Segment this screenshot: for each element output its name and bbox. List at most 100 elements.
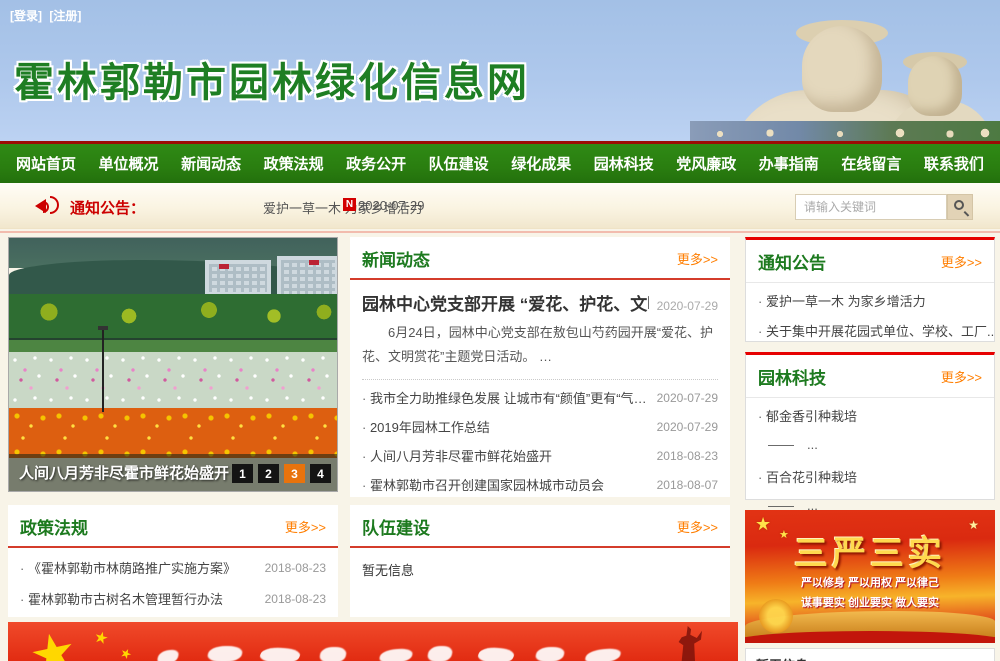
policy-item-link[interactable]: 霍林郭勒市古树名木管理暂行办法: [20, 589, 223, 608]
nav-item-news[interactable]: 新闻动态: [181, 153, 241, 174]
tech-item-link[interactable]: 郁金香引种栽培: [746, 398, 994, 428]
pager-4[interactable]: 4: [310, 464, 331, 483]
calligraphy-stroke: [319, 647, 348, 661]
pager-1[interactable]: 1: [232, 464, 253, 483]
news-item-link[interactable]: 2019年园林工作总结: [362, 417, 490, 436]
red-ribbon-graphic: [745, 631, 995, 643]
banner-line1: 严以修身 严以用权 严以律己: [745, 574, 995, 590]
genghis-khan-statues-image: [690, 0, 1000, 141]
news-panel-header: 新闻动态 更多>>: [350, 237, 730, 280]
garden-tech-more-link[interactable]: 更多>>: [941, 367, 982, 386]
search-input[interactable]: [795, 194, 947, 220]
carousel-photo-flower-band-orange: [9, 408, 337, 458]
news-item-link[interactable]: 人间八月芳非尽霍市鲜花始盛开: [362, 446, 552, 465]
nav-item-garden-tech[interactable]: 园林科技: [594, 153, 654, 174]
news-item-date: 2020-07-29: [657, 391, 718, 405]
tech-item-link[interactable]: 百合花引种栽培: [746, 459, 994, 489]
star-icon: ★: [117, 644, 134, 661]
search-button[interactable]: [947, 194, 973, 220]
garden-tech-box: 园林科技 更多>> 郁金香引种栽培 —— ... 百合花引种栽培 —— ...: [745, 352, 995, 500]
carousel-photo-sign: [219, 264, 229, 269]
notices-box: 通知公告 更多>> 爱护一草一木 为家乡增活力 关于集中开展花园式单位、学校、工…: [745, 237, 995, 342]
notices-box-title: 通知公告: [758, 249, 826, 274]
carousel-photo-flower-band-light: [9, 352, 337, 408]
carousel-caption[interactable]: 人间八月芳非尽霍市鲜花始盛开: [19, 462, 229, 483]
auth-links: [登录] [注册]: [10, 7, 85, 24]
register-link[interactable]: [注册]: [49, 9, 81, 23]
nav-item-contact[interactable]: 联系我们: [924, 153, 984, 174]
statue-small-head: [908, 56, 962, 116]
party-emblem-graphic: [759, 599, 793, 633]
team-panel-title: 队伍建设: [362, 514, 430, 539]
policy-item-date: 2018-08-23: [265, 592, 326, 606]
policy-item-date: 2018-08-23: [265, 561, 326, 575]
calligraphy-stroke: [257, 647, 302, 661]
news-list-item: 2019年园林工作总结 2020-07-29: [350, 412, 730, 441]
carousel-photo-building: [277, 256, 338, 298]
calligraphy-stroke: [426, 646, 453, 661]
news-list-item: 人间八月芳非尽霍市鲜花始盛开 2018-08-23: [350, 441, 730, 470]
notices-more-link[interactable]: 更多>>: [941, 252, 982, 271]
content-divider-line: [0, 231, 1000, 233]
news-list-item: 我市全力助推绿色发展 让城市有“颜值”更有“气质” 2020-07-29: [350, 383, 730, 412]
carousel-photo-building: [205, 260, 271, 296]
policy-panel-title: 政策法规: [20, 514, 88, 539]
nav-item-message-board[interactable]: 在线留言: [841, 153, 901, 174]
three-stricts-banner[interactable]: ★ ★ ★ 三严三实 严以修身 严以用权 严以律己 谋事要实 创业要实 做人要实: [745, 510, 995, 643]
calligraphy-stroke: [206, 646, 244, 661]
pager-3-active[interactable]: 3: [284, 464, 305, 483]
policy-list-item: 《霍林郭勒市林荫路推广实施方案》 2018-08-23: [8, 552, 338, 583]
bottom-right-box: 暂无信息: [745, 648, 995, 661]
photo-carousel[interactable]: 人间八月芳非尽霍市鲜花始盛开 1 2 3 4: [8, 237, 338, 492]
carousel-photo-sign: [309, 260, 319, 265]
news-item-date: 2020-07-29: [657, 420, 718, 434]
calligraphy-stroke: [378, 648, 414, 661]
notice-item-link[interactable]: 关于集中开展花园式单位、学校、工厂...: [746, 313, 994, 343]
policy-more-link[interactable]: 更多>>: [285, 517, 326, 536]
nav-item-greening-results[interactable]: 绿化成果: [511, 153, 571, 174]
news-list-item: 霍林郭勒市召开创建国家园林城市动员会 2018-08-07: [350, 470, 730, 499]
news-item-date: 2018-08-23: [657, 449, 718, 463]
nav-item-service-guide[interactable]: 办事指南: [759, 153, 819, 174]
star-icon: ★: [24, 622, 82, 661]
login-link[interactable]: [登录]: [10, 9, 42, 23]
garden-tech-header: 园林科技 更多>>: [746, 355, 994, 398]
policy-panel: 政策法规 更多>> 《霍林郭勒市林荫路推广实施方案》 2018-08-23 霍林…: [8, 505, 338, 617]
page: [登录] [注册] 霍林郭勒市园林绿化信息网 网站首页 单位概况 新闻动态 政策…: [0, 0, 1000, 661]
policy-list-item: 霍林郭勒市古树名木管理暂行办法 2018-08-23: [8, 583, 338, 614]
notice-item-link[interactable]: 爱护一草一木 为家乡增活力: [746, 283, 994, 313]
carousel-photo-trees: [9, 294, 337, 340]
calligraphy-stroke: [534, 647, 566, 661]
ticker-date: 2020-07-29: [358, 198, 425, 213]
nav-item-policy[interactable]: 政策法规: [264, 153, 324, 174]
news-more-link[interactable]: 更多>>: [677, 249, 718, 268]
news-panel: 新闻动态 更多>> 园林中心党支部开展 “爱花、护花、文明… 2020-07-2…: [350, 237, 730, 497]
nav-item-about[interactable]: 单位概况: [99, 153, 159, 174]
news-item-link[interactable]: 我市全力助推绿色发展 让城市有“颜值”更有“气质”: [362, 388, 647, 407]
nav-item-home[interactable]: 网站首页: [16, 153, 76, 174]
carousel-photo-sprinkler: [102, 326, 104, 412]
featured-article: 园林中心党支部开展 “爱花、护花、文明… 2020-07-29: [350, 280, 730, 317]
site-header: [登录] [注册] 霍林郭勒市园林绿化信息网: [0, 0, 1000, 141]
policy-item-link[interactable]: 《霍林郭勒市林荫路推广实施方案》: [20, 558, 236, 577]
calligraphy-stroke: [475, 646, 516, 661]
search-icon: [954, 200, 964, 210]
new-badge-icon: N: [343, 198, 356, 211]
notices-box-header: 通知公告 更多>>: [746, 240, 994, 283]
calligraphy-stroke: [584, 648, 623, 661]
team-panel: 队伍建设 更多>> 暂无信息: [350, 505, 730, 617]
nav-item-gov-affairs[interactable]: 政务公开: [346, 153, 406, 174]
bottom-red-banner[interactable]: ★ ★ ★ ★: [8, 622, 738, 661]
news-panel-title: 新闻动态: [362, 246, 430, 271]
nav-item-party-conduct[interactable]: 党风廉政: [676, 153, 736, 174]
pager-2[interactable]: 2: [258, 464, 279, 483]
news-item-link[interactable]: 霍林郭勒市召开创建国家园林城市动员会: [362, 475, 604, 494]
team-panel-header: 队伍建设 更多>>: [350, 505, 730, 548]
team-more-link[interactable]: 更多>>: [677, 517, 718, 536]
nav-item-team[interactable]: 队伍建设: [429, 153, 489, 174]
featured-article-title[interactable]: 园林中心党支部开展 “爱花、护花、文明…: [362, 290, 649, 315]
site-title: 霍林郭勒市园林绿化信息网: [14, 50, 530, 108]
calligraphy-stroke: [156, 649, 180, 661]
star-icon: ★: [92, 626, 111, 649]
policy-panel-header: 政策法规 更多>>: [8, 505, 338, 548]
